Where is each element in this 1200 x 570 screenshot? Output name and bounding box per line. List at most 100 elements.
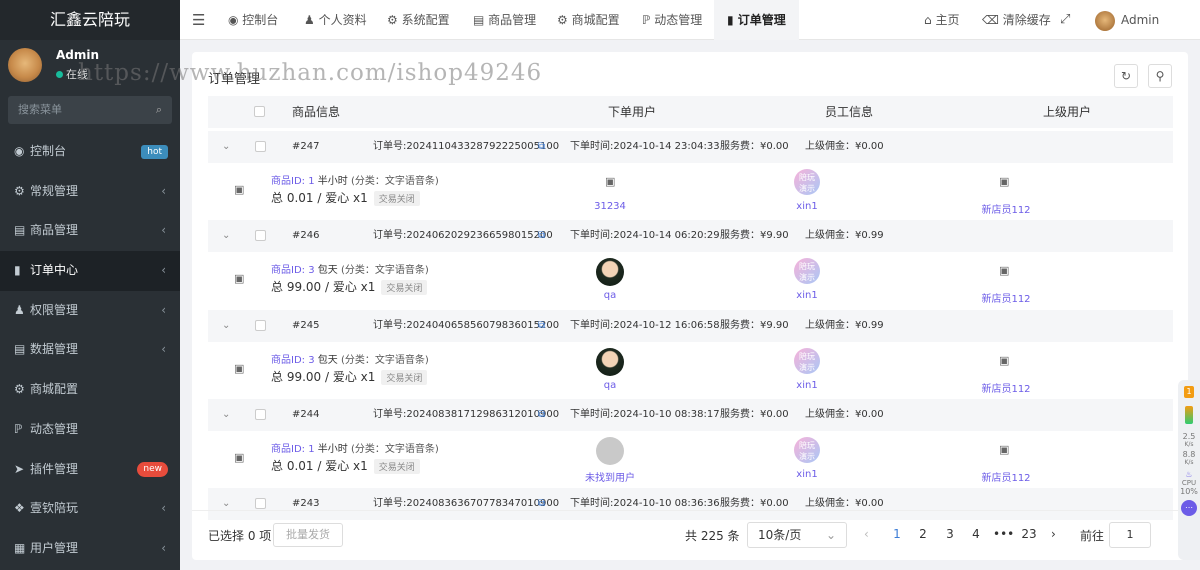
order-header-row: ⌄ #245 订单号:20240406585607983601520​0 ⧉ 下单时间:…	[208, 309, 1173, 342]
copy-icon[interactable]: ⧉	[538, 131, 545, 163]
sidebar-item-label: 插件管理	[30, 461, 79, 476]
goto-page-input[interactable]: 1	[1109, 522, 1151, 548]
page-4[interactable]: 4	[966, 527, 986, 541]
refresh-icon[interactable]: ↻	[1114, 64, 1138, 88]
image-placeholder-icon: ▣	[999, 353, 1010, 367]
product-name: 半小时	[317, 176, 348, 187]
sidebar-item-1[interactable]: ⚙ 常规管理 ‹	[0, 172, 180, 212]
parent-user-link[interactable]: 新店员112	[976, 290, 1036, 305]
parent-commission: 上级佣金：¥0.99	[805, 230, 884, 242]
page-ellipsis[interactable]: •••	[993, 527, 1014, 541]
sidebar-item-2[interactable]: ▤ 商品管理 ‹	[0, 211, 180, 251]
parent-user-link[interactable]: 新店员112	[976, 201, 1036, 216]
search-icon[interactable]: ⚲	[1148, 64, 1172, 88]
product-id[interactable]: 商品ID: 1	[271, 444, 315, 455]
search-icon[interactable]: ⌕	[156, 96, 162, 124]
sidebar-item-label: 控制台	[30, 144, 67, 158]
rss-icon: ℙ	[642, 13, 655, 27]
copy-icon[interactable]: ⧉	[538, 399, 545, 431]
expand-chevron-icon[interactable]: ⌄	[222, 399, 230, 431]
staff-name-link[interactable]: xin1	[787, 380, 827, 391]
staff-avatar: 陪玩 演示	[794, 347, 820, 374]
product-id[interactable]: 商品ID: 3	[271, 265, 315, 276]
sidebar-item-8[interactable]: ➤ 插件管理 new	[0, 450, 180, 490]
clear-cache-button[interactable]: ⌫ 清除缓存	[982, 0, 1051, 40]
sidebar-item-0[interactable]: ◉ 控制台 hot	[0, 132, 180, 172]
tab-dashboard[interactable]: ◉ 控制台	[228, 0, 278, 40]
avatar	[8, 48, 42, 82]
chevron-down-icon: ⌄	[825, 528, 836, 542]
expand-chevron-icon[interactable]: ⌄	[222, 220, 230, 252]
sidebar-item-9[interactable]: ❖ 壹钦陪玩 ‹	[0, 489, 180, 529]
row-checkbox[interactable]	[255, 230, 266, 242]
staff-name-link[interactable]: xin1	[787, 201, 827, 212]
expand-chevron-icon[interactable]: ⌄	[222, 131, 230, 163]
next-page-icon[interactable]: ›	[1051, 527, 1056, 541]
staff-avatar-text: 陪玩 演示	[799, 440, 815, 461]
chevron-left-icon: ‹	[161, 183, 166, 198]
chat-icon[interactable]: ⋯	[1181, 500, 1197, 516]
batch-ship-button[interactable]: 批量发货	[273, 523, 343, 547]
staff-avatar-text: 陪玩 演示	[799, 262, 815, 283]
row-checkbox[interactable]	[255, 141, 266, 152]
menu-search-input[interactable]: 搜索菜单 ⌕	[8, 96, 172, 124]
bell-icon[interactable]: ♨	[1178, 470, 1200, 479]
net-up: 2.5	[1182, 432, 1196, 441]
page-size-select[interactable]: 10条/页 ⌄	[747, 522, 847, 548]
sidebar-item-7[interactable]: ℙ 动态管理	[0, 410, 180, 450]
buyer-name-link[interactable]: 31234	[578, 201, 642, 212]
service-fee: 服务费：¥9.90	[720, 319, 789, 331]
tab-system-config[interactable]: ⚙ 系统配置	[387, 0, 450, 40]
page-1[interactable]: 1	[887, 527, 907, 541]
home-link[interactable]: ⌂ 主页	[924, 0, 959, 40]
expand-chevron-icon[interactable]: ⌄	[222, 310, 230, 342]
sidebar-item-5[interactable]: ▤ 数据管理 ‹	[0, 330, 180, 370]
chevron-left-icon: ‹	[161, 263, 166, 278]
sidebar-item-label: 订单中心	[30, 263, 79, 278]
chevron-left-icon: ‹	[161, 223, 166, 238]
order-time: 下单时间:2024-10-10 08:38:17	[570, 408, 720, 420]
staff-name-link[interactable]: xin1	[787, 469, 827, 480]
tab-product-manage[interactable]: ▤ 商品管理	[473, 0, 536, 40]
copy-icon[interactable]: ⧉	[538, 220, 545, 252]
buyer-name-link[interactable]: qa	[578, 380, 642, 391]
staff-avatar: 陪玩 演示	[794, 258, 820, 285]
page-3[interactable]: 3	[940, 527, 960, 541]
buyer-name-link[interactable]: qa	[578, 290, 642, 301]
product-id[interactable]: 商品ID: 3	[271, 355, 315, 366]
admin-label: Admin	[1121, 13, 1160, 27]
net-up-unit: K/s	[1184, 441, 1194, 448]
staff-name-link[interactable]: xin1	[787, 290, 827, 301]
tab-dynamic-manage[interactable]: ℙ 动态管理	[642, 0, 702, 40]
admin-menu[interactable]: Admin	[1095, 0, 1159, 40]
tab-order-manage[interactable]: ▮ 订单管理	[714, 0, 799, 40]
staff-avatar-text: 陪玩 演示	[799, 173, 815, 193]
tab-profile[interactable]: ♟ 个人资料	[304, 0, 367, 40]
row-checkbox[interactable]	[255, 498, 266, 510]
fullscreen-icon[interactable]: ⤢	[1060, 0, 1070, 40]
memory-bar-icon	[1185, 406, 1193, 424]
tab-mall-config[interactable]: ⚙ 商城配置	[557, 0, 620, 40]
page-2[interactable]: 2	[913, 527, 933, 541]
header-parent-user: 上级用户	[1043, 105, 1092, 119]
sidebar-item-10[interactable]: ▦ 用户管理 ‹	[0, 529, 180, 569]
copy-icon[interactable]: ⧉	[538, 310, 545, 342]
gear-icon: ⚙	[387, 13, 402, 27]
product-id[interactable]: 商品ID: 1	[271, 176, 315, 187]
page-23[interactable]: 23	[1019, 527, 1039, 541]
order-total-line: 总 99.00 / 爱心 x1 交易关闭	[271, 368, 428, 385]
sidebar-item-6[interactable]: ⚙ 商城配置	[0, 370, 180, 410]
hamburger-menu-icon[interactable]: ☰	[192, 0, 205, 40]
row-checkbox[interactable]	[255, 319, 266, 331]
prev-page-icon[interactable]: ‹	[864, 527, 869, 541]
parent-user-link[interactable]: 新店员112	[976, 380, 1036, 395]
row-checkbox[interactable]	[255, 408, 266, 420]
sidebar-item-3[interactable]: ▮ 订单中心 ‹	[0, 251, 180, 291]
buyer-name-link[interactable]: 未找到用户	[578, 469, 642, 484]
select-all-checkbox[interactable]	[254, 106, 265, 117]
dashboard-icon: ◉	[14, 144, 25, 158]
parent-user-link[interactable]: 新店员112	[976, 469, 1036, 484]
sidebar-item-4[interactable]: ♟ 权限管理 ‹	[0, 291, 180, 331]
sidebar-item-label: 动态管理	[30, 421, 79, 436]
sidebar-item-label: 数据管理	[30, 342, 79, 357]
